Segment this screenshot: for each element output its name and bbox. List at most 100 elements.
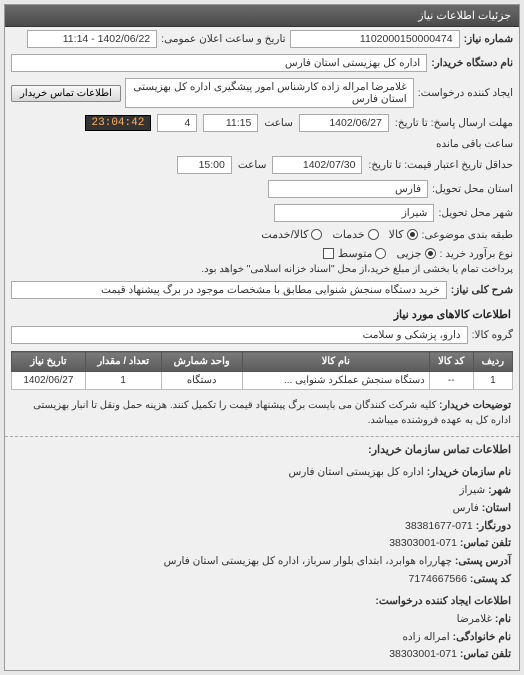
desc-value: خرید دستگاه سنجش شنوایی مطابق با مشخصات …: [11, 281, 447, 299]
row-province: استان محل تحویل: فارس: [5, 177, 519, 201]
table-header-row: ردیف کد کالا نام کالا واحد شمارش تعداد /…: [12, 352, 513, 372]
org-label: نام سازمان خریدار:: [427, 466, 511, 478]
row-deadline: مهلت ارسال پاسخ: تا تاریخ: 1402/06/27 سا…: [5, 111, 519, 153]
col-date[interactable]: تاریخ نیاز: [12, 352, 86, 372]
cell-qty: 1: [85, 372, 161, 390]
cell-name: دستگاه سنجش عملکرد شنوایی ...: [242, 372, 429, 390]
details-panel: جزئیات اطلاعات نیاز شماره نیاز: 11020001…: [4, 4, 520, 671]
lname-value: امراله زاده: [402, 631, 449, 643]
fax-value: 071-38381677: [405, 520, 473, 532]
table-row[interactable]: 1 -- دستگاه سنجش عملکرد شنوایی ... دستگا…: [12, 372, 513, 390]
col-row[interactable]: ردیف: [473, 352, 512, 372]
creator-value: غلامرضا امراله زاده کارشناس امور پیشگیری…: [125, 78, 414, 108]
remaining-label: ساعت باقی مانده: [436, 138, 513, 150]
treasury-checkbox[interactable]: [323, 248, 334, 259]
cell-date: 1402/06/27: [12, 372, 86, 390]
cell-code: --: [429, 372, 473, 390]
validity-time-label: ساعت: [238, 159, 267, 171]
fax-label: دورنگار:: [476, 520, 511, 532]
province-value: فارس: [268, 180, 428, 198]
goods-table: ردیف کد کالا نام کالا واحد شمارش تعداد /…: [11, 351, 513, 390]
buyer-note-label: توضیحات خریدار:: [439, 400, 511, 411]
ccity-label: شهر:: [488, 484, 511, 496]
fname-label: نام:: [495, 613, 511, 625]
radio-dot-icon: [375, 248, 386, 259]
fname-value: غلامرضا: [457, 613, 492, 625]
col-code[interactable]: کد کالا: [429, 352, 473, 372]
cell-row: 1: [473, 372, 512, 390]
deadline-time: 11:15: [203, 114, 258, 132]
row-req-number: شماره نیاز: 1102000150000474 تاریخ و ساع…: [5, 27, 519, 51]
purchase-radio-group: جزیی متوسط: [338, 247, 436, 260]
cprov-value: فارس: [453, 502, 479, 514]
row-city: شهر محل تحویل: شیراز: [5, 201, 519, 225]
row-description: شرح کلی نیاز: خرید دستگاه سنجش شنوایی مط…: [5, 278, 519, 302]
countdown-timer: 23:04:42: [85, 115, 152, 131]
row-goods-group: گروه کالا: دارو، پزشکی و سلامت: [5, 323, 519, 347]
zip-label: کد پستی:: [470, 573, 511, 585]
radio-kalakhadamat-label: کالا/خدمت: [261, 228, 308, 241]
radio-kala[interactable]: کالا: [389, 228, 418, 241]
public-notice-label: تاریخ و ساعت اعلان عمومی:: [161, 33, 285, 45]
radio-dot-icon: [368, 229, 379, 240]
radio-dot-icon: [311, 229, 322, 240]
requester-value: اداره کل بهزیستی استان فارس: [11, 54, 427, 72]
col-unit[interactable]: واحد شمارش: [161, 352, 242, 372]
desc-label: شرح کلی نیاز:: [451, 284, 513, 296]
phone-label: تلفن تماس:: [460, 537, 511, 549]
contact-block: نام سازمان خریدار: اداره کل بهزیستی استا…: [5, 458, 519, 670]
goods-section-title: اطلاعات کالاهای مورد نیاز: [5, 302, 519, 323]
cphone-label: تلفن تماس:: [460, 648, 511, 660]
radio-motavaset-label: متوسط: [338, 247, 373, 260]
org-value: اداره کل بهزیستی استان فارس: [288, 466, 423, 478]
radio-kalakhadamat[interactable]: کالا/خدمت: [261, 228, 322, 241]
creator-section-title: اطلاعات ایجاد کننده درخواست:: [13, 593, 511, 611]
cphone-value: 071-38303001: [389, 648, 457, 660]
goods-group-label: گروه کالا:: [472, 329, 513, 341]
radio-dot-icon: [407, 229, 418, 240]
lname-label: نام خانوادگی:: [453, 631, 511, 643]
creator-label: ایجاد کننده درخواست:: [418, 87, 513, 99]
row-requester: نام دستگاه خریدار: اداره کل بهزیستی استا…: [5, 51, 519, 75]
province-label: استان محل تحویل:: [432, 183, 513, 195]
radio-kala-label: کالا: [389, 228, 404, 241]
deadline-label: مهلت ارسال پاسخ: تا تاریخ:: [395, 117, 513, 129]
radio-jozi-label: جزیی: [396, 247, 421, 260]
contact-section-title: اطلاعات تماس سازمان خریدار:: [5, 436, 519, 458]
purchase-note: پرداخت تمام یا بخشی از مبلغ خرید،از محل …: [201, 264, 513, 275]
radio-motavaset[interactable]: متوسط: [338, 247, 387, 260]
panel-title: جزئیات اطلاعات نیاز: [5, 5, 519, 27]
req-number-label: شماره نیاز:: [464, 33, 513, 45]
cell-unit: دستگاه: [161, 372, 242, 390]
col-name[interactable]: نام کالا: [242, 352, 429, 372]
validity-date: 1402/07/30: [272, 156, 362, 174]
col-qty[interactable]: تعداد / مقدار: [85, 352, 161, 372]
zip-value: 7174667566: [409, 573, 467, 585]
row-purchase-type: نوع برآورد خرید : جزیی متوسط پرداخت تمام…: [5, 244, 519, 278]
req-number-value: 1102000150000474: [290, 30, 460, 48]
row-validity: حداقل تاریخ اعتبار قیمت: تا تاریخ: 1402/…: [5, 153, 519, 177]
goods-group-value: دارو، پزشکی و سلامت: [11, 326, 468, 344]
buyer-note-row: توضیحات خریدار: کلیه شرکت کنندگان می بای…: [5, 394, 519, 432]
row-priority: طبقه بندی موضوعی: کالا خدمات کالا/خدمت: [5, 225, 519, 244]
purchase-type-label: نوع برآورد خرید :: [440, 248, 513, 260]
deadline-date: 1402/06/27: [299, 114, 389, 132]
validity-label: حداقل تاریخ اعتبار قیمت: تا تاریخ:: [368, 159, 513, 171]
row-creator: ایجاد کننده درخواست: غلامرضا امراله زاده…: [5, 75, 519, 111]
ccity-value: شیراز: [459, 484, 485, 496]
public-notice-value: 1402/06/22 - 11:14: [27, 30, 157, 48]
buyer-contact-button[interactable]: اطلاعات تماس خریدار: [11, 85, 121, 102]
radio-jozi[interactable]: جزیی: [396, 247, 435, 260]
deadline-time-label: ساعت: [264, 117, 293, 129]
radio-khadamat-label: خدمات: [332, 228, 364, 241]
priority-radio-group: کالا خدمات کالا/خدمت: [261, 228, 417, 241]
requester-label: نام دستگاه خریدار:: [431, 57, 513, 69]
validity-time: 15:00: [177, 156, 232, 174]
priority-label: طبقه بندی موضوعی:: [422, 229, 513, 241]
radio-khadamat[interactable]: خدمات: [332, 228, 378, 241]
city-label: شهر محل تحویل:: [438, 207, 513, 219]
days-value: 4: [157, 114, 197, 132]
radio-dot-icon: [425, 248, 436, 259]
city-value: شیراز: [274, 204, 434, 222]
addr-value: چهارراه هوابرد، ابتدای بلوار سرباز، ادار…: [164, 555, 452, 567]
